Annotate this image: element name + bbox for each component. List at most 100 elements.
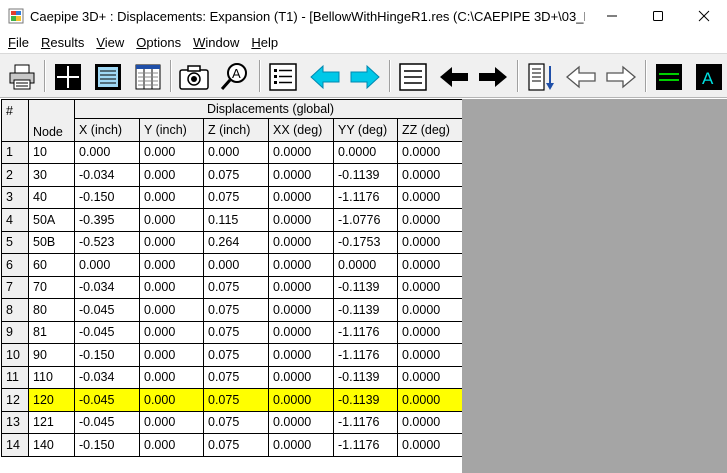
value-cell[interactable]: -0.1139 [333,365,398,389]
previous-page-button[interactable] [564,60,598,94]
value-cell[interactable]: 0.0000 [268,388,334,412]
menu-item-window[interactable]: Window [187,35,245,50]
menu-item-file[interactable]: File [2,35,35,50]
row-number[interactable]: 7 [1,275,29,299]
value-cell[interactable]: 0.075 [203,298,269,322]
row-number[interactable]: 12 [1,388,29,412]
column-header-yy[interactable]: YY (deg) [333,118,398,142]
value-cell[interactable]: -0.045 [74,410,140,434]
menu-item-results[interactable]: Results [35,35,90,50]
value-cell[interactable]: 0.000 [139,208,204,232]
value-cell[interactable]: -1.1176 [333,410,398,434]
print-button[interactable] [5,60,39,94]
value-cell[interactable]: 0.000 [74,140,140,164]
table-row[interactable]: 1 10 0.000 0.000 0.000 0.0000 0.0000 0.0000 [1,140,464,164]
table-row[interactable]: 13 121 -0.045 0.000 0.075 0.0000 -1.1176 0.0000 [1,410,464,434]
value-cell[interactable]: 0.0000 [396,275,464,299]
column-header-xx[interactable]: XX (deg) [268,118,334,142]
value-cell[interactable]: 0.0000 [396,185,464,209]
row-number[interactable]: 6 [1,253,29,277]
node-cell[interactable]: 50B [28,230,75,254]
menu-item-options[interactable]: Options [130,35,187,50]
value-cell[interactable]: -0.034 [74,365,140,389]
value-cell[interactable]: 0.0000 [333,253,398,277]
next-load-button[interactable] [476,60,510,94]
table-row[interactable]: 14 140 -0.150 0.000 0.075 0.0000 -1.1176 0.0000 [1,433,464,457]
value-cell[interactable]: 0.0000 [396,433,464,457]
maximize-button[interactable] [635,0,681,32]
value-cell[interactable]: -0.523 [74,230,140,254]
table-row[interactable]: 7 70 -0.034 0.000 0.075 0.0000 -0.1139 0.0000 [1,275,464,299]
value-cell[interactable]: 0.0000 [396,163,464,187]
value-cell[interactable]: 0.000 [139,275,204,299]
node-cell[interactable]: 81 [28,320,75,344]
value-cell[interactable]: 0.075 [203,343,269,367]
value-cell[interactable]: -0.150 [74,185,140,209]
value-cell[interactable]: 0.075 [203,275,269,299]
font-button[interactable]: A [692,60,726,94]
node-cell[interactable]: 60 [28,253,75,277]
value-cell[interactable]: 0.000 [139,433,204,457]
value-cell[interactable]: -1.1176 [333,433,398,457]
color-line-button[interactable] [652,60,686,94]
value-cell[interactable]: -0.150 [74,343,140,367]
value-cell[interactable]: 0.0000 [396,320,464,344]
row-number[interactable]: 1 [1,140,29,164]
table-row[interactable]: 11 110 -0.034 0.000 0.075 0.0000 -0.1139 0.0000 [1,365,464,389]
value-cell[interactable]: 0.0000 [396,140,464,164]
value-cell[interactable]: -0.1753 [333,230,398,254]
value-cell[interactable]: 0.0000 [268,320,334,344]
row-number[interactable]: 9 [1,320,29,344]
close-button[interactable] [681,0,727,32]
table-row[interactable]: 2 30 -0.034 0.000 0.075 0.0000 -0.1139 0.0000 [1,163,464,187]
row-number[interactable]: 13 [1,410,29,434]
columns-view-button[interactable] [131,60,165,94]
row-number[interactable]: 11 [1,365,29,389]
value-cell[interactable]: 0.0000 [268,275,334,299]
value-cell[interactable]: -0.1139 [333,163,398,187]
value-cell[interactable]: -0.1139 [333,275,398,299]
value-cell[interactable]: 0.000 [139,230,204,254]
value-cell[interactable]: 0.000 [74,253,140,277]
row-number[interactable]: 14 [1,433,29,457]
value-cell[interactable]: 0.0000 [333,140,398,164]
value-cell[interactable]: 0.000 [139,388,204,412]
value-cell[interactable]: 0.075 [203,433,269,457]
table-row[interactable]: 5 50B -0.523 0.000 0.264 0.0000 -0.1753 0.0000 [1,230,464,254]
value-cell[interactable]: 0.075 [203,320,269,344]
value-cell[interactable]: 0.0000 [268,185,334,209]
zoom-button[interactable]: A [218,60,252,94]
value-cell[interactable]: 0.0000 [268,365,334,389]
table-row[interactable]: 9 81 -0.045 0.000 0.075 0.0000 -1.1176 0.0000 [1,320,464,344]
value-cell[interactable]: 0.075 [203,388,269,412]
value-cell[interactable]: 0.0000 [396,298,464,322]
value-cell[interactable]: 0.0000 [396,388,464,412]
value-cell[interactable]: -0.045 [74,388,140,412]
value-cell[interactable]: 0.0000 [396,230,464,254]
next-page-button[interactable] [604,60,638,94]
value-cell[interactable]: 0.000 [139,185,204,209]
column-header-node[interactable]: Node [28,99,75,142]
list-view-button[interactable] [91,60,125,94]
value-cell[interactable]: 0.0000 [268,410,334,434]
minimize-button[interactable] [589,0,635,32]
value-cell[interactable]: 0.075 [203,365,269,389]
value-cell[interactable]: 0.115 [203,208,269,232]
camera-button[interactable] [177,60,211,94]
value-cell[interactable]: -0.1139 [333,388,398,412]
value-cell[interactable]: 0.0000 [396,343,464,367]
value-cell[interactable]: -0.045 [74,320,140,344]
value-cell[interactable]: 0.075 [203,163,269,187]
node-cell[interactable]: 50A [28,208,75,232]
value-cell[interactable]: 0.000 [139,140,204,164]
row-number[interactable]: 5 [1,230,29,254]
value-cell[interactable]: 0.0000 [396,253,464,277]
value-cell[interactable]: 0.0000 [268,230,334,254]
value-cell[interactable]: 0.0000 [268,163,334,187]
value-cell[interactable]: -1.0776 [333,208,398,232]
value-cell[interactable]: 0.075 [203,410,269,434]
value-cell[interactable]: -1.1176 [333,343,398,367]
table-row[interactable]: 3 40 -0.150 0.000 0.075 0.0000 -1.1176 0.0000 [1,185,464,209]
value-cell[interactable]: 0.000 [139,320,204,344]
value-cell[interactable]: 0.000 [139,343,204,367]
